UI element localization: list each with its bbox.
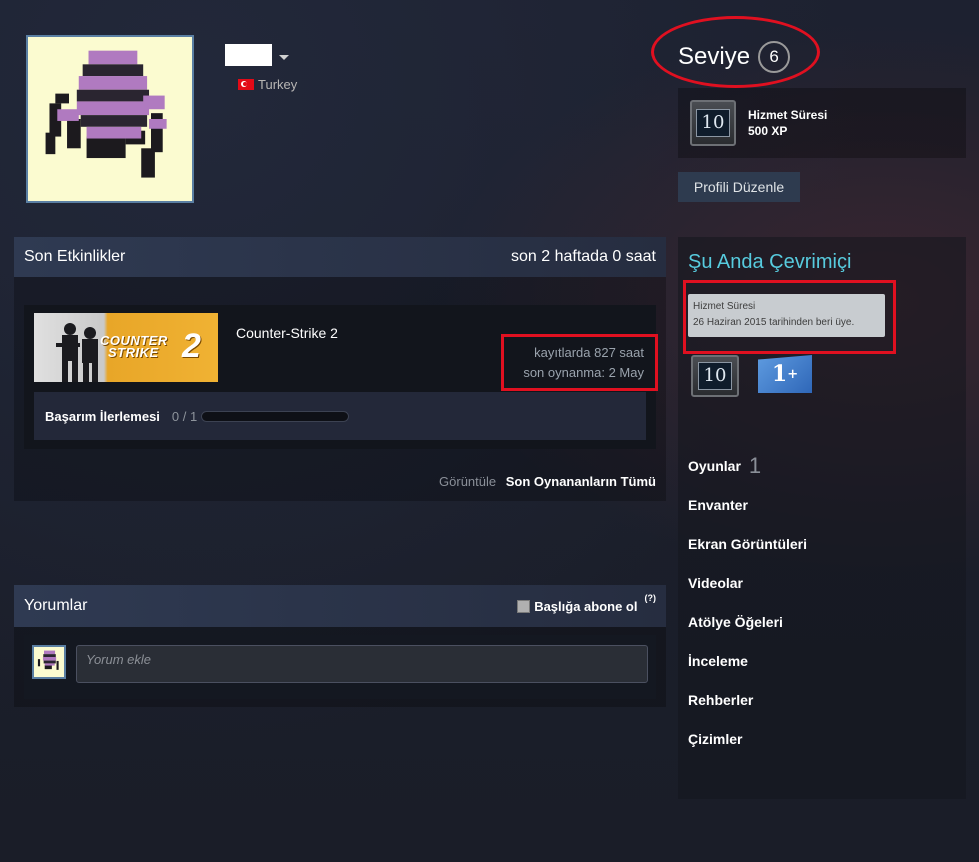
badge-icon-number: 10 xyxy=(696,109,730,137)
nav-games[interactable]: Oyunlar 1 xyxy=(688,446,807,485)
capsule-logo-number: 2 xyxy=(182,327,201,365)
country-location: Turkey xyxy=(238,77,297,92)
one-plus-badge-icon[interactable]: 1 + xyxy=(758,355,812,393)
game-name-link[interactable]: Counter-Strike 2 xyxy=(236,325,338,341)
nav-workshop-items[interactable]: Atölye Öğeleri xyxy=(688,602,807,641)
capsule-logo-line2: STRIKE xyxy=(108,345,159,360)
nav-artwork[interactable]: Çizimler xyxy=(688,719,807,758)
subscribe-label[interactable]: Başlığa abone ol xyxy=(534,599,637,614)
annotation-box-playtime xyxy=(501,334,658,391)
profile-avatar[interactable] xyxy=(26,35,194,203)
view-all-recent: Görüntüle Son Oynananların Tümü xyxy=(439,474,656,489)
comments-title: Yorumlar xyxy=(24,597,88,614)
comments-panel: Yorumlar Başlığa abone ol (?) Yorum ekle xyxy=(14,585,666,707)
recent-activity-summary: son 2 haftada 0 saat xyxy=(511,248,656,265)
commenter-avatar xyxy=(32,645,66,679)
achievement-progress-bar xyxy=(201,410,350,422)
spider-creature-avatar xyxy=(45,50,167,178)
online-status: Şu Anda Çevrimiçi xyxy=(688,251,852,273)
one-plus-main: 1 xyxy=(771,361,788,387)
view-all-recent-link[interactable]: Son Oynananların Tümü xyxy=(506,474,656,489)
years-of-service-badge-icon[interactable]: 10 xyxy=(691,355,739,397)
nav-reviews[interactable]: İnceleme xyxy=(688,641,807,680)
turkey-flag-icon xyxy=(238,79,254,90)
badge-title: Hizmet Süresi xyxy=(748,108,828,122)
game-capsule-image[interactable]: COUNTER STRIKE 2 xyxy=(34,313,218,382)
recent-activity-title[interactable]: Son Etkinlikler xyxy=(24,248,125,266)
subscribe-checkbox[interactable] xyxy=(517,599,531,613)
favorite-badge[interactable]: 10 Hizmet Süresi 500 XP xyxy=(678,88,966,158)
nav-screenshots[interactable]: Ekran Görüntüleri xyxy=(688,524,807,563)
badge-xp: 500 XP xyxy=(748,124,788,138)
chevron-down-icon[interactable] xyxy=(279,55,289,60)
help-icon[interactable]: (?) xyxy=(645,593,657,603)
comment-input[interactable]: Yorum ekle xyxy=(76,645,648,683)
annotation-box-membership xyxy=(683,280,896,354)
subscribe-thread[interactable]: Başlığa abone ol (?) xyxy=(517,593,656,614)
capsule-logo: COUNTER STRIKE xyxy=(100,334,168,360)
view-label: Görüntüle xyxy=(439,474,497,489)
annotation-circle-level xyxy=(651,16,820,88)
spider-creature-avatar-small xyxy=(37,650,59,670)
persona-name-redacted[interactable] xyxy=(225,44,272,66)
achievement-progress-row[interactable]: Başarım İlerlemesi 0 / 1 xyxy=(34,392,646,440)
edit-profile-button[interactable]: Profili Düzenle xyxy=(678,172,800,202)
one-plus-sup: + xyxy=(787,366,799,382)
nav-games-count: 1 xyxy=(748,452,762,478)
nav-guides[interactable]: Rehberler xyxy=(688,680,807,719)
country-label: Turkey xyxy=(258,77,298,92)
years-of-service-badge-icon: 10 xyxy=(690,100,736,146)
soldiers-silhouette-icon xyxy=(56,323,98,382)
achievement-count: 0 / 1 xyxy=(171,408,198,424)
profile-nav-list: Oyunlar 1 Envanter Ekran Görüntüleri Vid… xyxy=(688,446,807,758)
nav-games-label: Oyunlar xyxy=(688,457,741,474)
sidebar-badge-number: 10 xyxy=(698,362,732,390)
comment-entry-row: Yorum ekle xyxy=(24,635,656,699)
comments-header: Yorumlar Başlığa abone ol (?) xyxy=(14,585,666,627)
nav-inventory[interactable]: Envanter xyxy=(688,485,807,524)
nav-videos[interactable]: Videolar xyxy=(688,563,807,602)
achievement-label: Başarım İlerlemesi xyxy=(45,408,160,424)
recent-activity-header: Son Etkinlikler son 2 haftada 0 saat xyxy=(14,237,666,277)
